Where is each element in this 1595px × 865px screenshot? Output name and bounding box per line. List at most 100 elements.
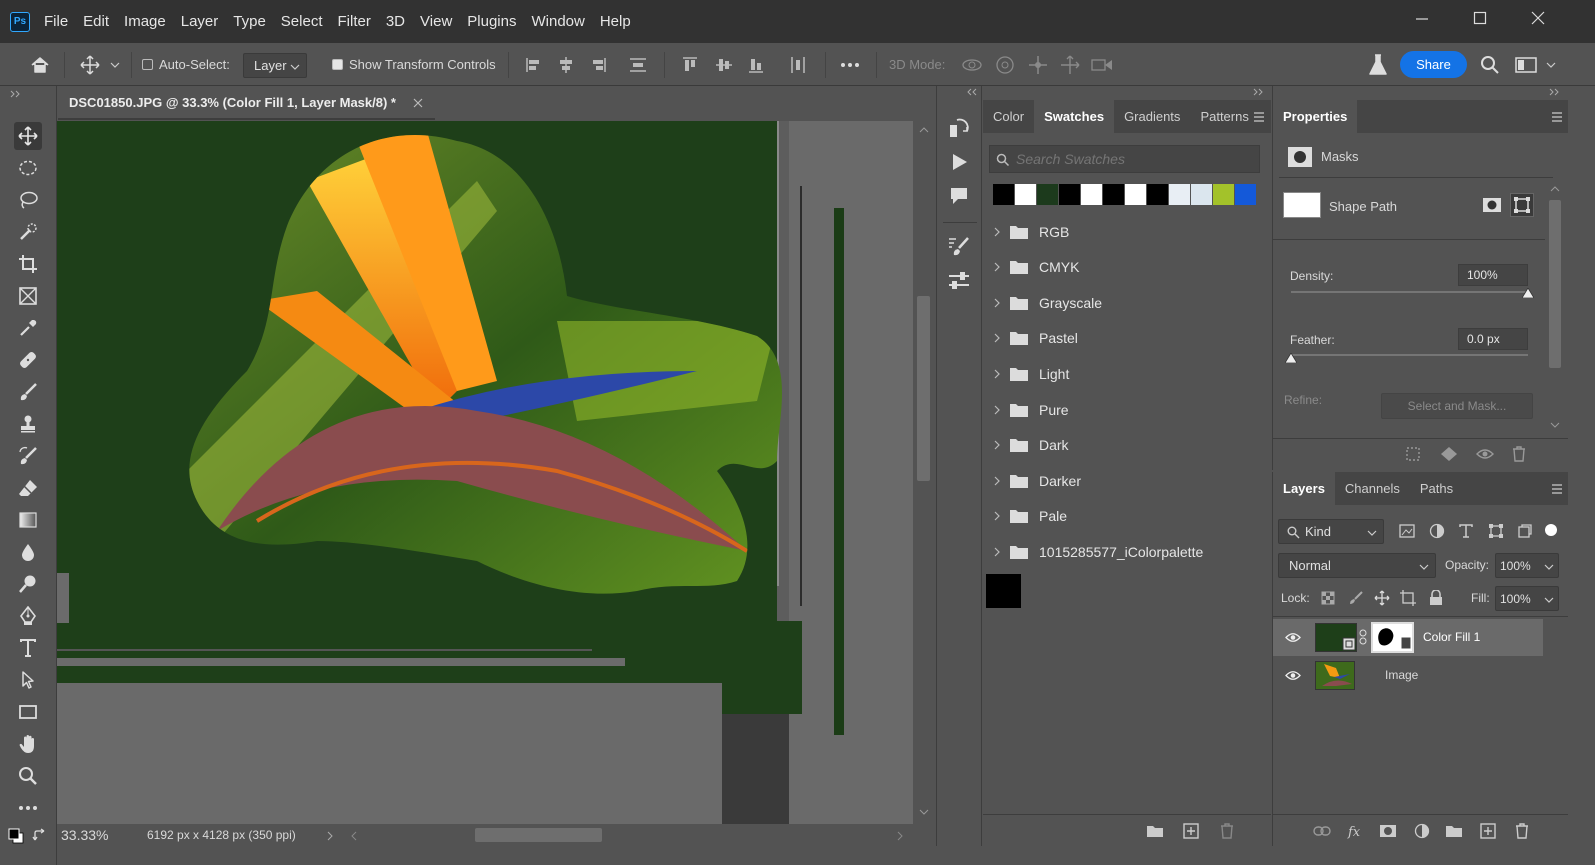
menu-type[interactable]: Type (233, 13, 266, 30)
new-group-button[interactable] (1443, 821, 1465, 841)
menu-filter[interactable]: Filter (338, 13, 371, 30)
menu-file[interactable]: File (44, 13, 68, 30)
swatch-group-row[interactable]: Darker (983, 463, 1248, 498)
swatch-5[interactable] (1103, 184, 1124, 205)
toggle-mask-visibility-button[interactable] (1475, 445, 1495, 463)
3d-roll-button[interactable] (993, 55, 1017, 75)
search-button[interactable] (1478, 53, 1502, 77)
chevron-right-icon[interactable] (327, 831, 333, 841)
swap-colors-button[interactable] (30, 827, 50, 845)
menu-window[interactable]: Window (531, 13, 584, 30)
lock-transparent-pixels[interactable] (1319, 589, 1337, 607)
filter-pixel-layers[interactable] (1397, 522, 1417, 540)
collapse-panel-icon[interactable] (967, 88, 977, 96)
object-selection-tool[interactable] (14, 218, 42, 246)
mask-thumbnail[interactable] (1283, 192, 1321, 218)
hand-tool[interactable] (14, 730, 42, 758)
collapse-panel-icon[interactable] (10, 90, 22, 98)
preset-dropdown-chevron[interactable] (108, 59, 122, 71)
move-tool-preset-button[interactable] (78, 53, 102, 77)
3d-camera-button[interactable] (1090, 55, 1114, 75)
properties-scrollbar[interactable] (1545, 182, 1565, 430)
blur-tool[interactable] (14, 538, 42, 566)
swatch-group-row[interactable]: Pastel (983, 321, 1248, 356)
move-tool[interactable] (14, 122, 42, 150)
type-tool[interactable] (14, 634, 42, 662)
close-tab-icon[interactable] (413, 98, 423, 108)
swatch-8[interactable] (1169, 184, 1190, 205)
chevron-right-icon[interactable] (897, 831, 903, 841)
swatch-2[interactable] (1037, 184, 1058, 205)
eraser-tool[interactable] (14, 474, 42, 502)
edit-toolbar-button[interactable] (14, 794, 42, 822)
swatch-4[interactable] (1081, 184, 1102, 205)
layer-name[interactable]: Image (1385, 668, 1418, 682)
workspace-chevron[interactable] (1544, 59, 1558, 71)
tab-paths[interactable]: Paths (1410, 472, 1463, 505)
chevron-right-icon[interactable] (994, 405, 1002, 415)
select-and-mask-button[interactable]: Select and Mask... (1381, 393, 1533, 419)
tab-channels[interactable]: Channels (1335, 472, 1410, 505)
menu-plugins[interactable]: Plugins (467, 13, 516, 30)
new-layer-button[interactable] (1477, 821, 1499, 841)
brush-settings-button[interactable] (947, 234, 971, 258)
lasso-tool[interactable] (14, 186, 42, 214)
align-top-button[interactable] (680, 55, 700, 75)
chevron-right-icon[interactable] (994, 511, 1002, 521)
collapse-panel-icon[interactable] (1253, 88, 1263, 96)
lock-image-pixels[interactable] (1347, 589, 1365, 607)
menu-edit[interactable]: Edit (83, 13, 109, 30)
feather-input[interactable]: 0.0 px (1458, 328, 1528, 350)
swatch-3[interactable] (1059, 184, 1080, 205)
panel-menu-icon[interactable] (1551, 112, 1563, 122)
vertical-scrollbar[interactable] (913, 121, 935, 824)
align-right-button[interactable] (588, 55, 608, 75)
chevron-right-icon[interactable] (994, 476, 1002, 486)
tab-swatches[interactable]: Swatches (1034, 100, 1115, 133)
panel-menu-icon[interactable] (1253, 112, 1265, 122)
history-panel-button[interactable] (947, 116, 971, 140)
swatch-group-row[interactable]: Dark (983, 428, 1248, 463)
close-window-button[interactable] (1509, 0, 1567, 36)
swatch-10[interactable] (1213, 184, 1234, 205)
chevron-right-icon[interactable] (994, 369, 1002, 379)
swatch-group-row[interactable]: Light (983, 356, 1248, 391)
layer-style-button[interactable]: fx (1345, 821, 1367, 841)
zoom-level[interactable]: 33.33% (61, 827, 108, 843)
swatch-group-row[interactable]: RGB (983, 214, 1248, 249)
zoom-tool[interactable] (14, 762, 42, 790)
swatch-0[interactable] (993, 184, 1014, 205)
chevron-right-icon[interactable] (994, 440, 1002, 450)
add-mask-button[interactable] (1377, 821, 1399, 841)
panel-menu-icon[interactable] (1551, 484, 1563, 494)
frame-tool[interactable] (14, 282, 42, 310)
crop-tool[interactable] (14, 250, 42, 278)
properties-scroll-thumb[interactable] (1549, 200, 1561, 368)
clone-stamp-tool[interactable] (14, 410, 42, 438)
layer-mask-thumbnail[interactable] (1371, 622, 1414, 653)
properties-title[interactable]: Properties (1273, 100, 1358, 133)
menu-help[interactable]: Help (600, 13, 631, 30)
filter-toggle-button[interactable] (1541, 520, 1561, 540)
delete-layer-button[interactable] (1511, 821, 1533, 841)
new-swatch-group-button[interactable] (1145, 822, 1165, 840)
align-middle-v-button[interactable] (714, 55, 734, 75)
feather-slider-thumb[interactable] (1285, 353, 1297, 363)
history-brush-tool[interactable] (14, 442, 42, 470)
home-button[interactable] (28, 53, 52, 77)
filter-adjustment-layers[interactable] (1427, 522, 1447, 540)
canvas-area[interactable] (57, 121, 913, 824)
vertical-scroll-thumb[interactable] (917, 296, 930, 481)
swatch-group-row[interactable]: CMYK (983, 250, 1248, 285)
actions-panel-button[interactable] (947, 150, 971, 174)
document-tab[interactable]: DSC01850.JPG @ 33.3% (Color Fill 1, Laye… (58, 86, 435, 120)
beta-labs-button[interactable] (1366, 53, 1390, 77)
chevron-up-icon[interactable] (919, 127, 929, 133)
swatch-7[interactable] (1147, 184, 1168, 205)
menu-3d[interactable]: 3D (386, 13, 405, 30)
healing-brush-tool[interactable] (14, 346, 42, 374)
chevron-left-icon[interactable] (351, 831, 357, 841)
delete-swatch-button[interactable] (1217, 822, 1237, 840)
swatch-group-row[interactable]: Pale (983, 499, 1248, 534)
chevron-down-icon[interactable] (919, 809, 929, 815)
